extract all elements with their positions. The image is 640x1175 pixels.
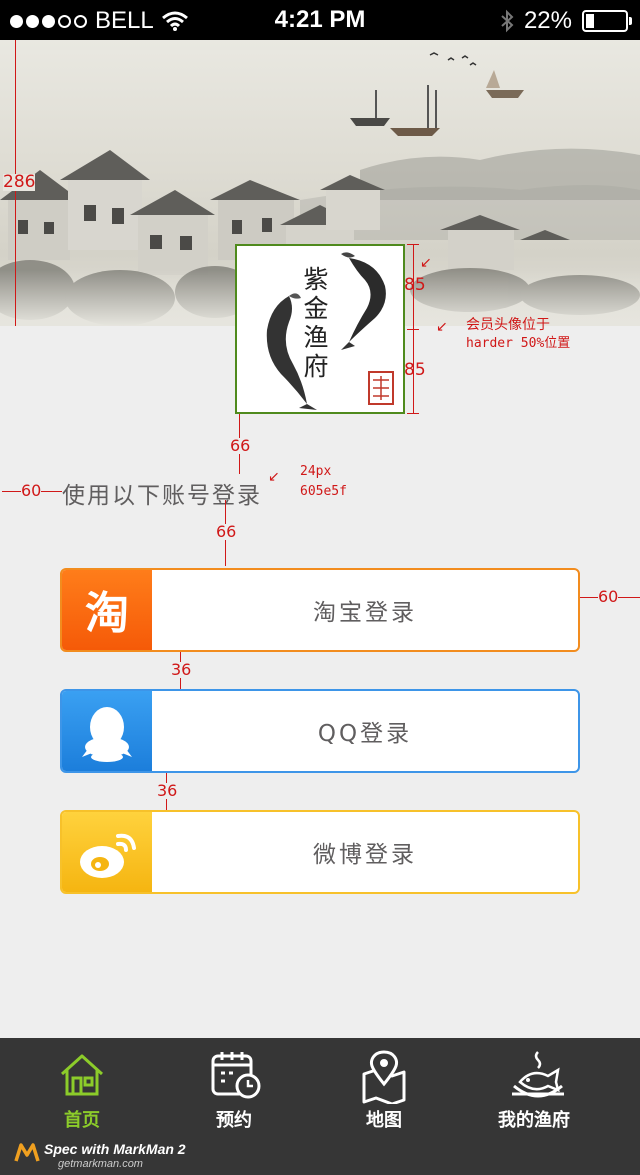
bluetooth-icon <box>501 9 514 33</box>
avatar-top-label: 85 <box>404 275 426 295</box>
markman-title: Spec with MarkMan 2 <box>44 1141 186 1157</box>
home-icon <box>60 1054 104 1096</box>
nav-item-map[interactable]: 地图 <box>304 1038 464 1138</box>
avatar-calligraphy: 紫金渔府 <box>300 266 329 382</box>
avatar-bottom-label: 85 <box>404 360 426 380</box>
nav-label-map: 地图 <box>366 1110 402 1131</box>
avatar-note-line1: 会员头像位于 <box>466 317 550 333</box>
avatar-guide-tick <box>407 329 419 330</box>
arrow-icon: ↙ <box>436 319 448 335</box>
prompt-margin-label: 60 <box>21 481 42 500</box>
status-bar: BELL 4:21 PM 22% <box>0 0 640 40</box>
weibo-icon <box>62 812 152 892</box>
button-gap-label-1: 36 <box>171 660 192 679</box>
taobao-login-label: 淘宝登录 <box>313 600 417 626</box>
login-prompt: 使用以下账号登录 <box>62 483 262 509</box>
weibo-login-button[interactable]: 微博登录 <box>60 810 580 894</box>
qq-login-button[interactable]: QQ登录 <box>60 689 580 773</box>
prompt-color-note: 605e5f <box>300 484 347 499</box>
battery-percent: 22% <box>523 7 572 34</box>
taobao-icon: 淘 <box>62 570 152 650</box>
button-gap-label-2: 36 <box>157 781 178 800</box>
nav-label-home: 首页 <box>64 1110 100 1131</box>
qq-login-label: QQ登录 <box>317 721 413 747</box>
nav-item-my-fishery[interactable]: 我的渔府 <box>454 1038 614 1138</box>
avatar-note-line2: harder 50%位置 <box>466 336 571 351</box>
gap-prompt-button-label: 66 <box>216 522 237 541</box>
calendar-clock-icon <box>211 1052 261 1099</box>
gap-avatar-prompt-label: 66 <box>230 436 251 455</box>
banner-height-label: 286 <box>3 172 36 192</box>
fish-dish-icon <box>512 1051 564 1098</box>
arrow-icon: ↙ <box>420 255 432 271</box>
battery-icon <box>582 10 632 32</box>
avatar-guide-tick <box>407 244 419 245</box>
prompt-font-size-note: 24px <box>300 464 332 479</box>
taobao-login-button[interactable]: 淘 淘宝登录 <box>60 568 580 652</box>
arrow-icon: ↙ <box>268 469 280 485</box>
nav-item-reservation[interactable]: 预约 <box>154 1038 314 1138</box>
markman-logo-icon <box>14 1143 40 1162</box>
avatar-guide-tick <box>407 413 419 414</box>
qq-icon <box>62 691 152 771</box>
map-icon <box>362 1050 406 1104</box>
svg-text:淘: 淘 <box>85 588 129 639</box>
nav-item-home[interactable]: 首页 <box>2 1038 162 1138</box>
weibo-login-label: 微博登录 <box>313 842 417 868</box>
button-right-margin-label: 60 <box>598 587 619 606</box>
markman-url: getmarkman.com <box>58 1158 143 1170</box>
nav-label-my-fishery: 我的渔府 <box>498 1110 570 1131</box>
nav-label-reservation: 预约 <box>216 1110 252 1131</box>
